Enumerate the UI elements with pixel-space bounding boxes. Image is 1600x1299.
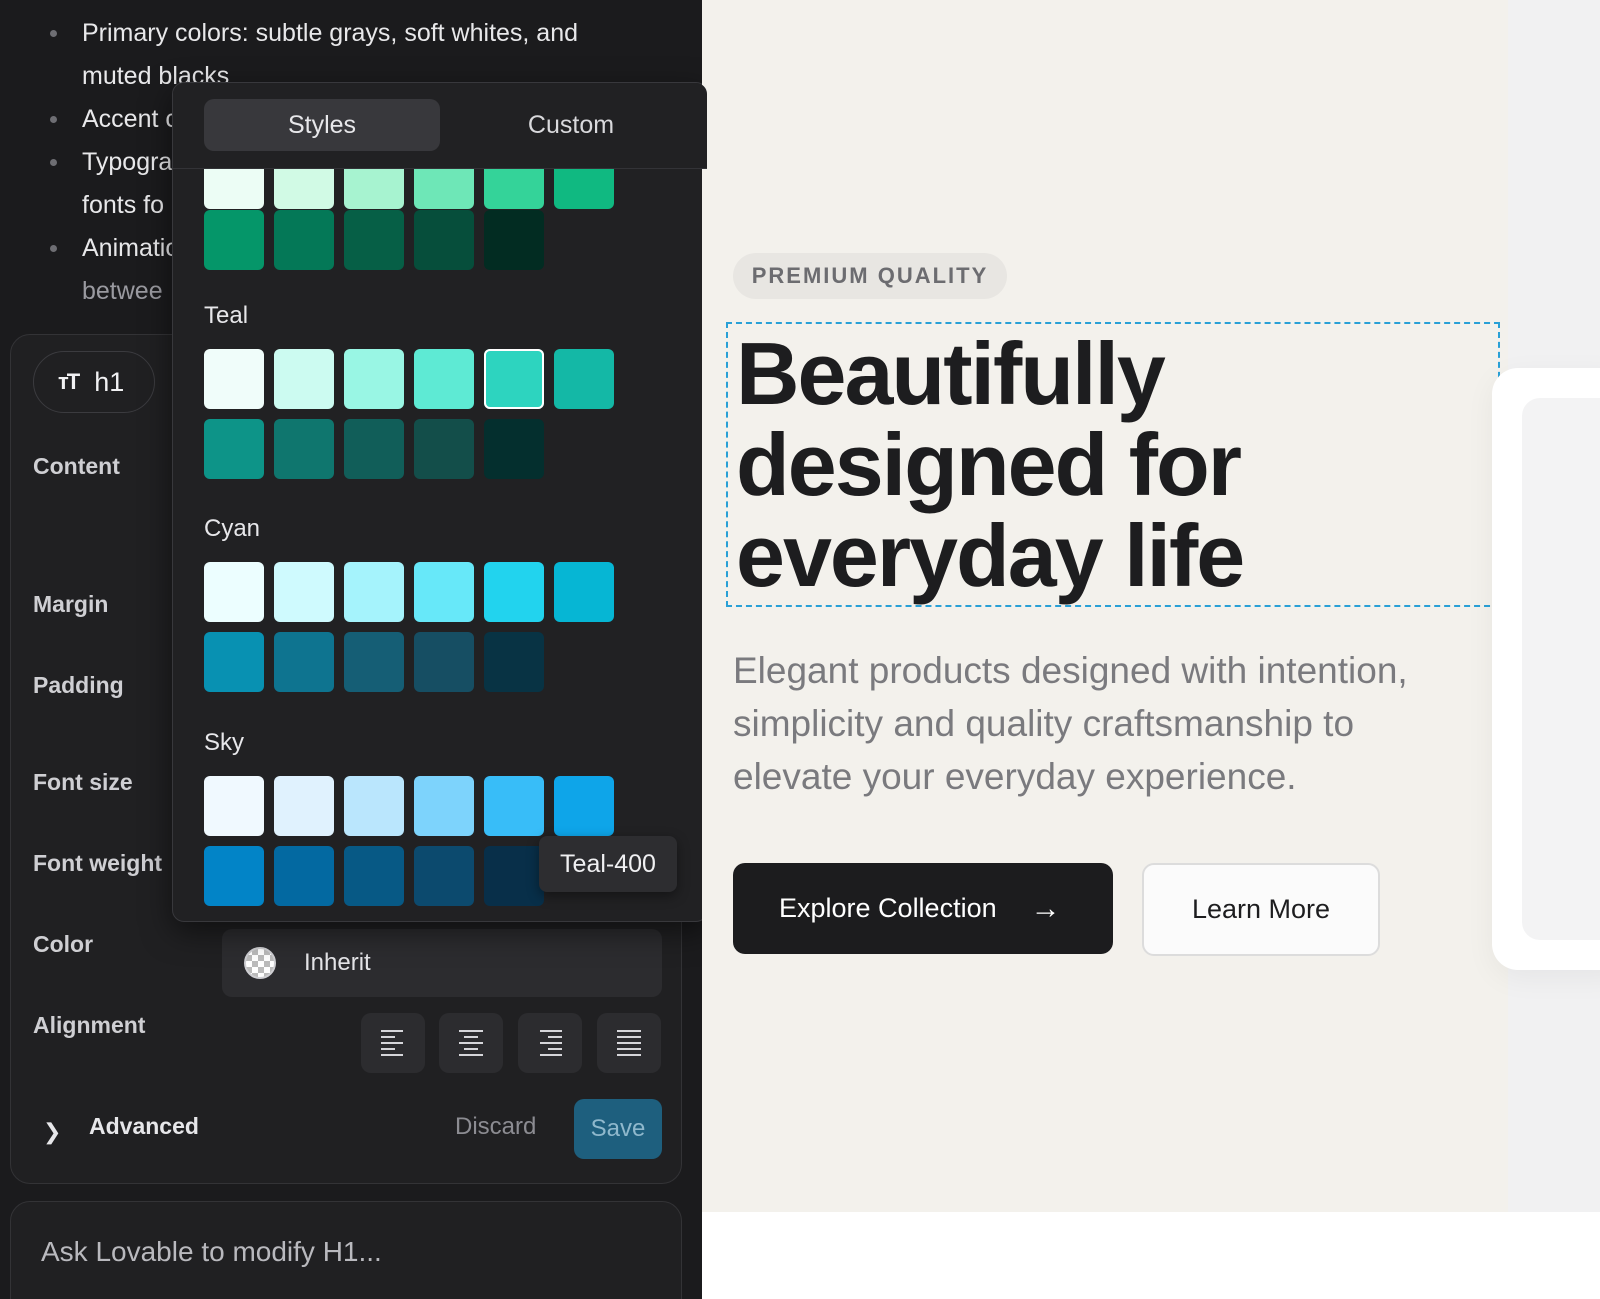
color-swatch-cyan-5[interactable] (484, 562, 544, 622)
color-value: Inherit (304, 949, 371, 976)
font-size-label: Font size (33, 769, 133, 795)
premium-badge: PREMIUM QUALITY (733, 253, 1007, 299)
color-swatch-cyan-4[interactable] (414, 562, 474, 622)
color-swatch-sky-4[interactable] (414, 776, 474, 836)
color-swatch-cyan-2[interactable] (274, 562, 334, 622)
align-right-icon (538, 1030, 562, 1056)
color-swatch-teal-10[interactable] (414, 419, 474, 479)
color-swatch-sky-8[interactable] (274, 846, 334, 906)
color-swatch-teal-9[interactable] (344, 419, 404, 479)
color-swatch-teal-5[interactable] (484, 349, 544, 409)
align-center-icon (459, 1030, 483, 1056)
color-group-label: Cyan (204, 515, 261, 542)
margin-label: Margin (33, 591, 109, 617)
color-swatch-teal-6[interactable] (554, 349, 614, 409)
hero-description: Elegant products designed with intention… (733, 650, 1408, 797)
color-swatch-sky-10[interactable] (414, 846, 474, 906)
color-picker-popover: Styles Custom Teal Cyan Sky (172, 82, 708, 922)
color-swatch-teal-2[interactable] (274, 349, 334, 409)
transparent-swatch-icon (244, 947, 276, 979)
color-swatch-teal-4[interactable] (414, 349, 474, 409)
color-swatch-cyan-9[interactable] (344, 632, 404, 692)
hero-section: PREMIUM QUALITY Beautifully designed for… (702, 0, 1508, 1212)
color-swatch-teal-7[interactable] (204, 419, 264, 479)
align-justify-icon (617, 1030, 641, 1056)
color-swatch-cyan-3[interactable] (344, 562, 404, 622)
alignment-label: Alignment (33, 1012, 146, 1038)
align-right-button[interactable] (518, 1013, 582, 1073)
advanced-row: ❯ Advanced Discard Save (33, 1099, 663, 1159)
color-swatch-sky-5[interactable] (484, 776, 544, 836)
color-select[interactable]: Inherit (222, 929, 662, 997)
picker-tabs: Styles Custom (173, 83, 707, 169)
padding-label: Padding (33, 672, 124, 698)
color-swatch-teal-8[interactable] (274, 419, 334, 479)
color-swatch-sky-3[interactable] (344, 776, 404, 836)
color-swatch-cyan-11[interactable] (484, 632, 544, 692)
site-preview: PREMIUM QUALITY Beautifully designed for… (702, 0, 1600, 1299)
color-swatch-sky-7[interactable] (204, 846, 264, 906)
explore-collection-button[interactable]: Explore Collection → (733, 863, 1113, 954)
save-button[interactable]: Save (574, 1099, 662, 1159)
color-swatch-sky-9[interactable] (344, 846, 404, 906)
color-swatch-teal-11[interactable] (484, 419, 544, 479)
color-swatch-cyan-6[interactable] (554, 562, 614, 622)
color-swatch-cyan-8[interactable] (274, 632, 334, 692)
color-swatch-sky-6[interactable] (554, 776, 614, 836)
product-card (1492, 368, 1600, 970)
align-left-icon (381, 1030, 405, 1056)
chat-placeholder: Ask Lovable to modify H1... (41, 1236, 382, 1267)
tab-styles[interactable]: Styles (204, 99, 440, 151)
swatch-tooltip: Teal-400 (539, 836, 677, 892)
color-swatch-sky-1[interactable] (204, 776, 264, 836)
align-center-button[interactable] (439, 1013, 503, 1073)
text-size-icon: ᴛT (58, 369, 80, 394)
color-swatch-sky-2[interactable] (274, 776, 334, 836)
align-left-button[interactable] (361, 1013, 425, 1073)
element-tag-label: h1 (94, 366, 125, 397)
color-swatch-teal-1[interactable] (204, 349, 264, 409)
color-swatch-emerald-11[interactable] (484, 210, 544, 270)
color-swatch-emerald-10[interactable] (414, 210, 474, 270)
discard-button[interactable]: Discard (455, 1113, 536, 1141)
explore-collection-label: Explore Collection (779, 893, 997, 923)
element-tag-pill[interactable]: ᴛT h1 (33, 351, 155, 413)
color-swatch-sky-11[interactable] (484, 846, 544, 906)
align-justify-button[interactable] (597, 1013, 661, 1073)
chevron-right-icon[interactable]: ❯ (43, 1119, 61, 1145)
font-weight-label: Font weight (33, 850, 163, 876)
tab-custom[interactable]: Custom (453, 99, 689, 151)
color-swatch-cyan-7[interactable] (204, 632, 264, 692)
color-swatch-emerald-8[interactable] (274, 210, 334, 270)
advanced-toggle[interactable]: Advanced (89, 1113, 199, 1140)
color-swatch-emerald-7[interactable] (204, 210, 264, 270)
product-image-placeholder (1522, 398, 1600, 940)
color-group-label: Sky (204, 729, 245, 756)
content-label: Content (33, 453, 120, 479)
chat-input[interactable]: Ask Lovable to modify H1... (10, 1201, 682, 1299)
hero-headline[interactable]: Beautifully designed for everyday life (736, 328, 1476, 601)
color-swatch-teal-3[interactable] (344, 349, 404, 409)
color-swatch-cyan-10[interactable] (414, 632, 474, 692)
color-swatch-emerald-9[interactable] (344, 210, 404, 270)
color-label: Color (33, 931, 94, 957)
learn-more-button[interactable]: Learn More (1142, 863, 1380, 956)
selected-h1-outline[interactable]: Beautifully designed for everyday life (726, 322, 1500, 607)
arrow-right-icon: → (1030, 891, 1061, 925)
color-swatch-cyan-1[interactable] (204, 562, 264, 622)
color-group-label: Teal (204, 302, 249, 329)
